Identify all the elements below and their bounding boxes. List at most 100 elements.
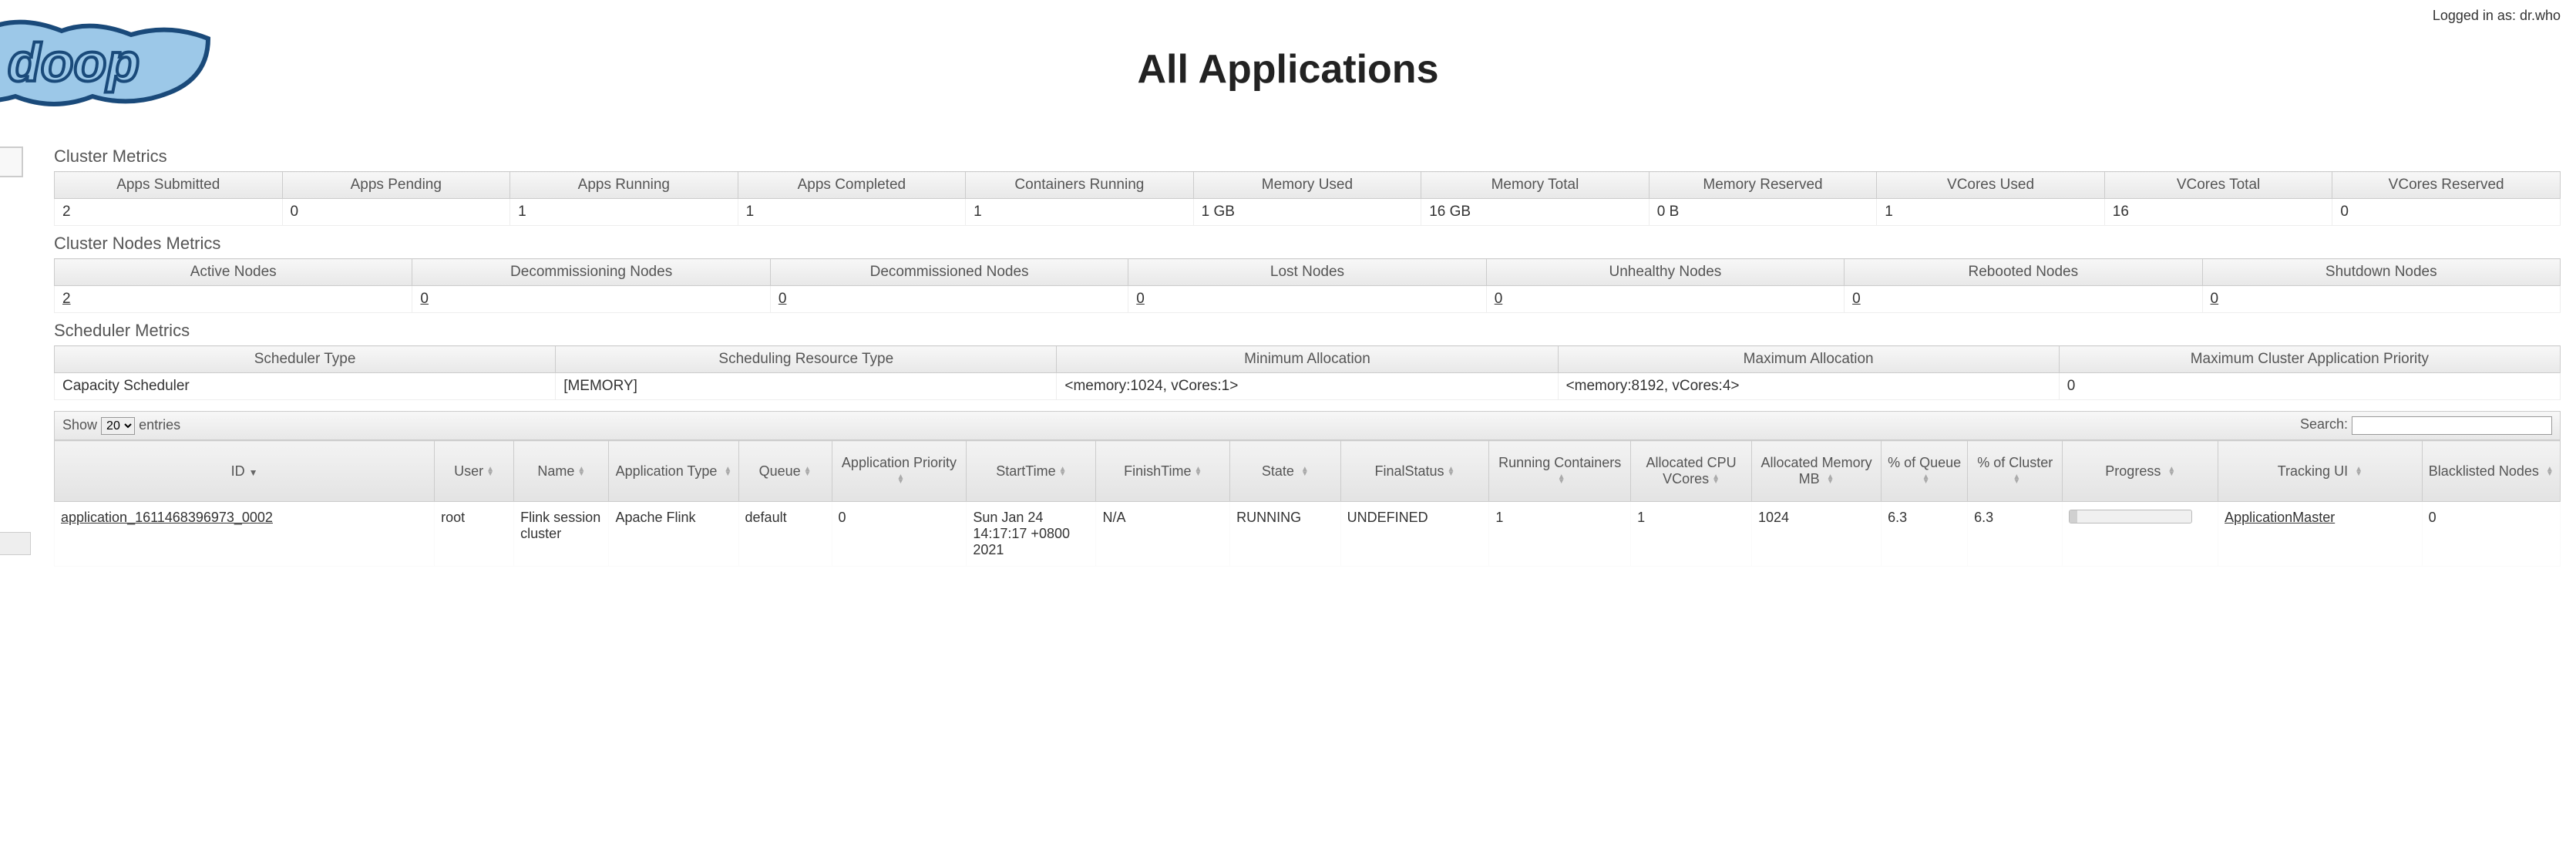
sort-icon: ▲▼ xyxy=(486,467,494,476)
th-priority[interactable]: Application Priority ▲▼ xyxy=(832,441,967,502)
sort-icon: ▲▼ xyxy=(2013,475,2020,484)
table-row: 2 0 0 0 0 0 0 xyxy=(55,286,2561,313)
th[interactable]: Memory Used xyxy=(1193,172,1421,199)
cluster-metrics-table: Apps Submitted Apps Pending Apps Running… xyxy=(54,171,2561,226)
entries-label: entries xyxy=(139,417,180,433)
th[interactable]: Scheduling Resource Type xyxy=(556,346,1057,373)
sort-icon: ▲▼ xyxy=(1712,475,1720,484)
cell-state: RUNNING xyxy=(1230,502,1340,567)
sort-icon: ▲▼ xyxy=(1059,467,1067,476)
th-user[interactable]: User▲▼ xyxy=(435,441,514,502)
sort-icon: ▲▼ xyxy=(1301,467,1309,476)
th[interactable]: Rebooted Nodes xyxy=(1845,259,2202,286)
th[interactable]: Decommissioning Nodes xyxy=(412,259,770,286)
sidebar-toggle[interactable] xyxy=(0,146,23,177)
th-apptype[interactable]: Application Type ▲▼ xyxy=(609,441,738,502)
sort-icon: ▲▼ xyxy=(724,467,731,476)
cell-pc: 6.3 xyxy=(1968,502,2063,567)
sort-icon: ▲▼ xyxy=(804,467,812,476)
th[interactable]: Minimum Allocation xyxy=(1057,346,1558,373)
cell-start: Sun Jan 24 14:17:17 +0800 2021 xyxy=(967,502,1096,567)
applications-table: ID ▼ User▲▼ Name▲▼ Application Type ▲▼ Q… xyxy=(54,440,2561,567)
th-pc[interactable]: % of Cluster▲▼ xyxy=(1968,441,2063,502)
th-cpu[interactable]: Allocated CPU VCores▲▼ xyxy=(1631,441,1752,502)
svg-text:doop: doop xyxy=(8,32,140,93)
sort-icon: ▲▼ xyxy=(2355,467,2362,476)
cluster-metrics-title: Cluster Metrics xyxy=(54,146,2561,167)
search-input[interactable] xyxy=(2352,416,2552,435)
search-label: Search: xyxy=(2300,416,2348,432)
decom-nodes-link[interactable]: 0 xyxy=(420,291,429,307)
sort-icon: ▲▼ xyxy=(1558,475,1565,484)
th-final[interactable]: FinalStatus▲▼ xyxy=(1340,441,1489,502)
th[interactable]: Shutdown Nodes xyxy=(2202,259,2560,286)
table-row: Capacity Scheduler [MEMORY] <memory:1024… xyxy=(55,373,2561,400)
th[interactable]: VCores Used xyxy=(1877,172,2105,199)
cell-pq: 6.3 xyxy=(1882,502,1968,567)
cell-name: Flink session cluster xyxy=(514,502,609,567)
th[interactable]: Active Nodes xyxy=(55,259,412,286)
cell-apptype: Apache Flink xyxy=(609,502,738,567)
sort-icon: ▲▼ xyxy=(897,475,905,484)
decomm-nodes-link[interactable]: 0 xyxy=(779,291,787,307)
th-id[interactable]: ID ▼ xyxy=(55,441,435,502)
cell-final: UNDEFINED xyxy=(1340,502,1489,567)
active-nodes-link[interactable]: 2 xyxy=(62,291,71,307)
shutdown-nodes-link[interactable]: 0 xyxy=(2211,291,2219,307)
th[interactable]: Memory Reserved xyxy=(1649,172,1877,199)
th-tracking[interactable]: Tracking UI ▲▼ xyxy=(2218,441,2422,502)
scheduler-metrics-title: Scheduler Metrics xyxy=(54,321,2561,341)
th-pq[interactable]: % of Queue▲▼ xyxy=(1882,441,1968,502)
th[interactable]: Containers Running xyxy=(966,172,1194,199)
sort-icon: ▲▼ xyxy=(2546,467,2554,476)
th[interactable]: Apps Running xyxy=(510,172,738,199)
th[interactable]: Maximum Allocation xyxy=(1558,346,2059,373)
th-blacklisted[interactable]: Blacklisted Nodes ▲▼ xyxy=(2422,441,2560,502)
sidebar-toggle-2[interactable] xyxy=(0,532,31,555)
th[interactable]: Apps Submitted xyxy=(55,172,283,199)
progress-bar xyxy=(2069,510,2192,523)
th-mem[interactable]: Allocated Memory MB ▲▼ xyxy=(1752,441,1882,502)
scheduler-metrics-table: Scheduler Type Scheduling Resource Type … xyxy=(54,345,2561,400)
th[interactable]: Memory Total xyxy=(1421,172,1650,199)
cell-running: 1 xyxy=(1489,502,1631,567)
th-finish[interactable]: FinishTime▲▼ xyxy=(1096,441,1230,502)
sort-icon: ▲▼ xyxy=(1827,475,1834,484)
lost-nodes-link[interactable]: 0 xyxy=(1136,291,1145,307)
th[interactable]: Lost Nodes xyxy=(1128,259,1486,286)
table-row: application_1611468396973_0002 root Flin… xyxy=(55,502,2561,567)
unhealthy-nodes-link[interactable]: 0 xyxy=(1495,291,1503,307)
th[interactable]: Scheduler Type xyxy=(55,346,556,373)
th-start[interactable]: StartTime▲▼ xyxy=(967,441,1096,502)
th-state[interactable]: State ▲▼ xyxy=(1230,441,1340,502)
th-running[interactable]: Running Containers▲▼ xyxy=(1489,441,1631,502)
datatable-controls: Show 20 entries Search: xyxy=(54,411,2561,440)
th[interactable]: VCores Reserved xyxy=(2332,172,2561,199)
th[interactable]: VCores Total xyxy=(2104,172,2332,199)
cell-blacklisted: 0 xyxy=(2422,502,2560,567)
nodes-metrics-title: Cluster Nodes Metrics xyxy=(54,234,2561,254)
th-name[interactable]: Name▲▼ xyxy=(514,441,609,502)
sort-icon: ▲▼ xyxy=(2167,467,2175,476)
cell-priority: 0 xyxy=(832,502,967,567)
th[interactable]: Decommissioned Nodes xyxy=(770,259,1128,286)
sort-icon: ▲▼ xyxy=(1195,467,1202,476)
nodes-metrics-table: Active Nodes Decommissioning Nodes Decom… xyxy=(54,258,2561,313)
sort-icon: ▲▼ xyxy=(577,467,585,476)
logged-in-status: Logged in as: dr.who xyxy=(2433,8,2561,24)
th-progress[interactable]: Progress ▲▼ xyxy=(2063,441,2218,502)
th-queue[interactable]: Queue▲▼ xyxy=(738,441,832,502)
cell-queue: default xyxy=(738,502,832,567)
sort-icon: ▲▼ xyxy=(1922,475,1930,484)
th[interactable]: Apps Pending xyxy=(282,172,510,199)
cell-finish: N/A xyxy=(1096,502,1230,567)
application-id-link[interactable]: application_1611468396973_0002 xyxy=(61,510,273,525)
th[interactable]: Unhealthy Nodes xyxy=(1486,259,1844,286)
th[interactable]: Apps Completed xyxy=(738,172,966,199)
rebooted-nodes-link[interactable]: 0 xyxy=(1852,291,1861,307)
cell-cpu: 1 xyxy=(1631,502,1752,567)
tracking-ui-link[interactable]: ApplicationMaster xyxy=(2225,510,2335,525)
cell-mem: 1024 xyxy=(1752,502,1882,567)
th[interactable]: Maximum Cluster Application Priority xyxy=(2059,346,2560,373)
entries-select[interactable]: 20 xyxy=(101,417,135,435)
